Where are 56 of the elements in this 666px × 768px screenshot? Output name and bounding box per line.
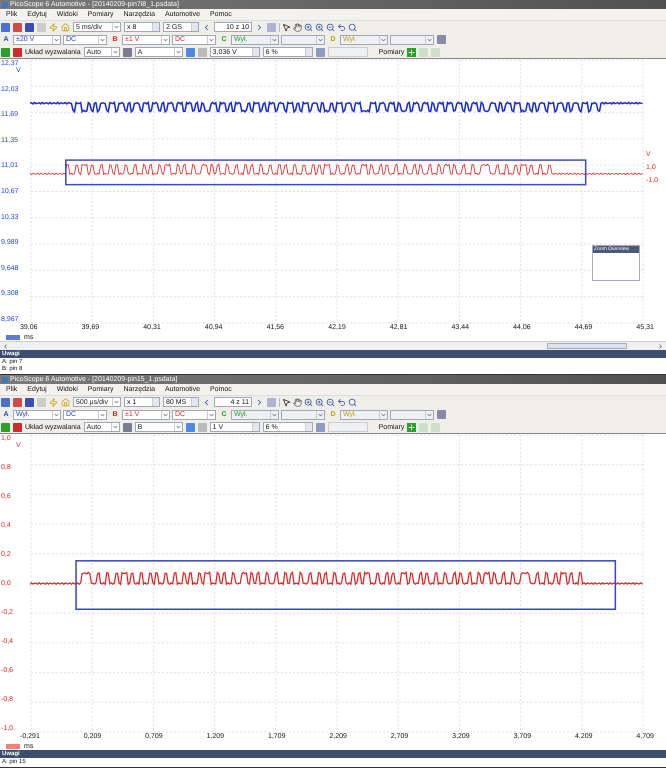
previous-buffer-icon[interactable] [202,398,211,406]
dropdown-icon [112,23,120,31]
dropdown-icon [174,48,182,56]
dropdown-icon [270,410,278,418]
dropdown-icon [207,410,215,418]
zoom-in-icon[interactable] [304,22,313,32]
dropdown-icon [379,410,387,418]
pointer-icon[interactable] [282,398,291,406]
scale-badge [6,335,20,340]
hand-icon[interactable] [293,22,302,32]
dropdown-icon [98,410,106,418]
dropdown-icon [52,410,60,418]
dropdown-icon [425,36,433,44]
add-measurement-icon[interactable] [407,48,416,56]
home-icon[interactable] [61,398,70,406]
dropdown-icon [161,410,169,418]
add-measurement-icon[interactable] [407,422,416,432]
next-buffer-icon[interactable] [255,22,264,32]
dropdown-icon [52,36,60,44]
dropdown-icon [174,423,182,431]
zoom-in-icon[interactable] [315,22,324,32]
app-icon [2,2,8,8]
pointer-icon[interactable] [282,22,291,32]
scrollbar-thumb[interactable] [547,343,627,349]
zoom-in-icon[interactable] [315,398,324,406]
zoom-out-icon[interactable] [326,22,335,32]
dropdown-icon [316,36,324,44]
dropdown-icon [379,36,387,44]
dropdown-icon [110,48,119,56]
dropdown-icon [316,410,324,418]
zoom-in-icon[interactable] [304,398,313,406]
scale-badge [6,744,20,749]
zoom-fit-icon[interactable] [348,398,357,406]
dropdown-icon [425,410,433,418]
previous-buffer-icon[interactable] [202,22,211,32]
probe-icon[interactable] [49,398,58,406]
dropdown-icon [98,36,106,44]
hand-icon[interactable] [293,398,302,406]
dropdown-icon [270,36,278,44]
coupling-select[interactable] [390,410,434,420]
dropdown-icon [112,398,120,406]
dropdown-icon [110,423,119,431]
probe-icon[interactable] [49,22,58,32]
undo-icon[interactable] [337,398,346,406]
dropdown-icon [161,36,169,44]
coupling-select[interactable] [390,34,434,44]
scroll-left-icon[interactable] [2,342,9,350]
horizontal-scrollbar[interactable] [0,341,666,350]
app-icon [2,376,8,382]
next-buffer-icon[interactable] [255,398,264,406]
undo-icon[interactable] [337,22,346,32]
zoom-out-icon[interactable] [326,398,335,406]
scroll-right-icon[interactable] [657,342,664,350]
dropdown-icon [207,36,215,44]
zoom-fit-icon[interactable] [348,22,357,32]
home-icon[interactable] [61,22,70,32]
